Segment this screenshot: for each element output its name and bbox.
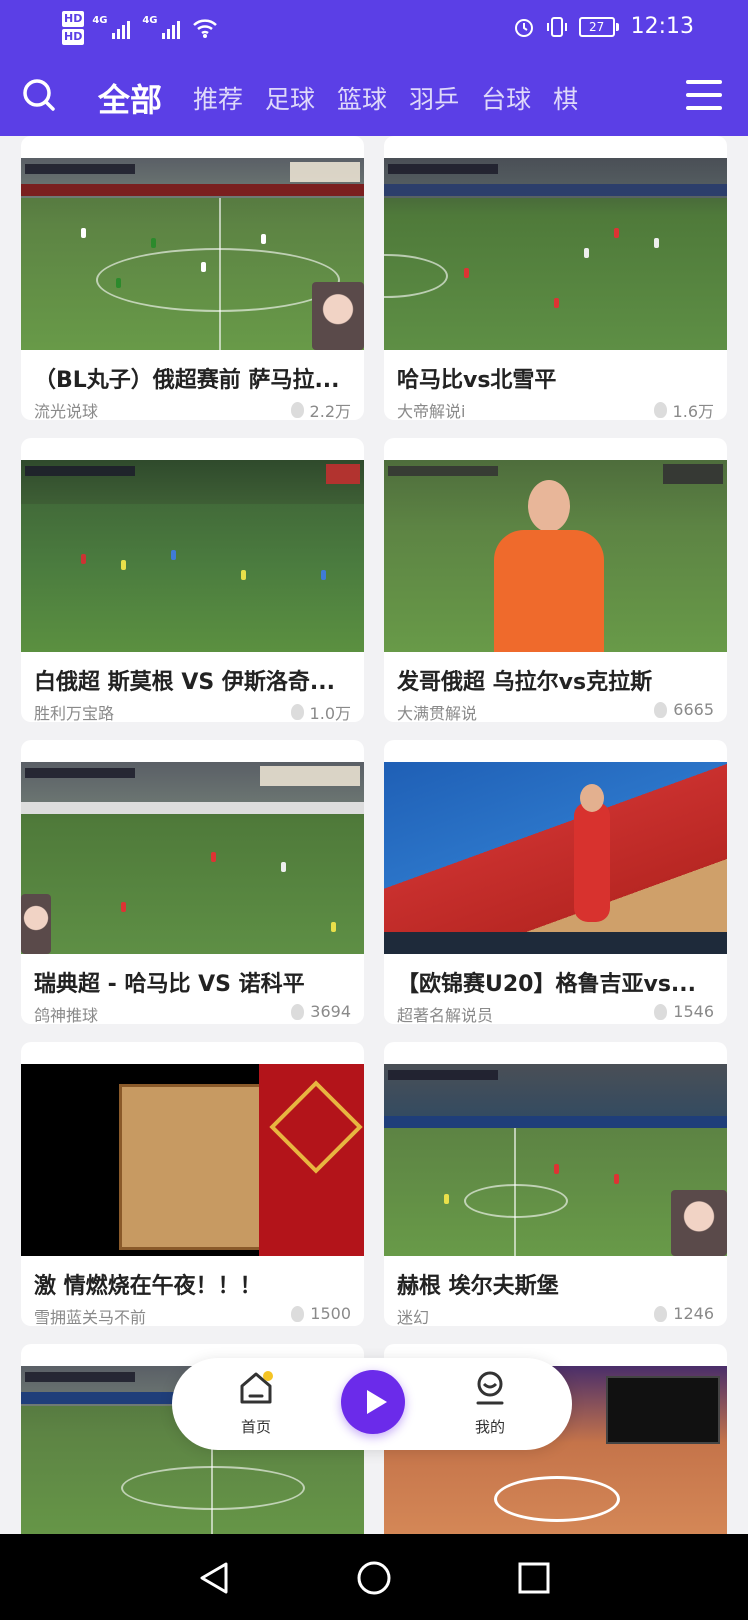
stream-title: 【欧锦赛U20】格鲁吉亚vs... (397, 972, 696, 997)
search-icon[interactable] (22, 78, 56, 112)
profile-icon (476, 1371, 504, 1405)
stream-card[interactable]: （BL丸子）俄超赛前 萨马拉... 流光说球 2.2万 (21, 136, 364, 420)
wifi-icon (193, 19, 218, 38)
signal-icon-2: 4G (142, 15, 184, 39)
tab-basketball[interactable]: 篮球 (337, 80, 387, 116)
nav-mine[interactable]: 我的 (460, 1370, 520, 1437)
stream-author: 大满贯解说 (397, 704, 478, 722)
stream-card[interactable]: 赫根 埃尔夫斯堡 迷幻 1246 (384, 1042, 727, 1326)
viewer-count-value: 1.0万 (309, 704, 351, 722)
viewer-count: 6665 (654, 700, 714, 719)
stream-author: 胜利万宝路 (34, 704, 115, 722)
hot-icon (290, 704, 304, 720)
recents-icon[interactable] (516, 1560, 552, 1596)
stream-thumbnail (21, 762, 364, 954)
hot-icon (290, 402, 304, 418)
stream-author: 迷幻 (397, 1308, 430, 1326)
back-icon[interactable] (196, 1560, 232, 1596)
streamer-avatar (671, 1190, 727, 1256)
stream-author: 鸽神推球 (34, 1006, 99, 1024)
viewer-count: 1546 (654, 1002, 714, 1021)
hot-icon (654, 701, 668, 718)
stream-title: 激 情燃烧在午夜！！！ (34, 1274, 262, 1299)
nav-home-label: 首页 (240, 1418, 271, 1436)
streamer-avatar (21, 894, 51, 954)
viewer-count: 1.6万 (653, 398, 714, 420)
viewer-count-value: 1500 (310, 1304, 351, 1323)
stream-grid: （BL丸子）俄超赛前 萨马拉... 流光说球 2.2万 哈马比vs北雪平 大帝解… (0, 136, 748, 1534)
viewer-count-value: 2.2万 (309, 402, 351, 420)
stream-card[interactable]: 哈马比vs北雪平 大帝解说i 1.6万 (384, 136, 727, 420)
streamer-avatar (312, 282, 364, 350)
tab-badminton-pingpong[interactable]: 羽乒 (409, 80, 459, 116)
stream-thumbnail (384, 158, 727, 350)
viewer-count: 1.0万 (290, 700, 351, 722)
tab-billiards[interactable]: 台球 (481, 80, 531, 116)
system-nav-bar (0, 1534, 748, 1620)
hd-label-1: HD (62, 11, 85, 27)
stream-title: 瑞典超 - 哈马比 VS 诺科平 (34, 972, 305, 997)
stream-title: 哈马比vs北雪平 (397, 368, 557, 393)
viewer-count: 1246 (654, 1304, 714, 1323)
hot-icon (653, 402, 667, 418)
battery-icon: 27 (578, 16, 619, 37)
hot-icon (654, 1305, 668, 1322)
stream-card[interactable]: 瑞典超 - 哈马比 VS 诺科平 鸽神推球 3694 (21, 740, 364, 1024)
viewer-count: 3694 (291, 1002, 351, 1021)
tab-all[interactable]: 全部 (98, 75, 162, 121)
stream-thumbnail (21, 1064, 364, 1256)
stream-thumbnail (21, 460, 364, 652)
stream-card[interactable]: 【欧锦赛U20】格鲁吉亚vs... 超著名解说员 1546 (384, 740, 727, 1024)
viewer-count-value: 6665 (673, 700, 714, 719)
vibrate-icon (546, 16, 567, 37)
stream-card[interactable]: 白俄超 斯莫根 VS 伊斯洛奇... 胜利万宝路 1.0万 (21, 438, 364, 722)
category-nav: 全部 推荐 足球 篮球 羽乒 台球 棋 (0, 64, 748, 132)
hd-indicator: HD HD (62, 10, 85, 46)
network-label-2: 4G (142, 15, 158, 26)
tab-chess[interactable]: 棋 (553, 80, 578, 116)
home-circle-icon[interactable] (356, 1560, 392, 1596)
hd-label-2: HD (62, 29, 85, 45)
stream-title: 赫根 埃尔夫斯堡 (397, 1274, 559, 1299)
viewer-count-value: 3694 (310, 1002, 351, 1021)
tab-football[interactable]: 足球 (265, 80, 315, 116)
stream-title: 发哥俄超 乌拉尔vs克拉斯 (397, 670, 653, 695)
stream-title: （BL丸子）俄超赛前 萨马拉... (34, 368, 340, 393)
stream-thumbnail (384, 1064, 727, 1256)
stream-author: 超著名解说员 (397, 1006, 494, 1024)
stream-author: 流光说球 (34, 402, 99, 420)
category-tabs: 全部 推荐 足球 篮球 羽乒 台球 棋 (84, 64, 664, 132)
nav-mine-label: 我的 (474, 1418, 505, 1436)
status-bar: HD HD 4G 4G 27 12:13 (0, 0, 748, 56)
bottom-nav: 首页 我的 (172, 1358, 572, 1450)
signal-icon-1: 4G (92, 15, 134, 39)
viewer-count: 2.2万 (290, 398, 351, 420)
stream-card[interactable]: 激 情燃烧在午夜！！！ 雪拥蓝关马不前 1500 (21, 1042, 364, 1326)
hot-icon (291, 1003, 305, 1020)
stream-author: 大帝解说i (397, 402, 466, 420)
stream-card[interactable]: 发哥俄超 乌拉尔vs克拉斯 大满贯解说 6665 (384, 438, 727, 722)
tab-recommend[interactable]: 推荐 (193, 80, 243, 116)
viewer-count: 1500 (291, 1304, 351, 1323)
home-icon (240, 1371, 273, 1404)
stream-author: 雪拥蓝关马不前 (34, 1308, 147, 1326)
viewer-count-value: 1546 (673, 1002, 714, 1021)
stream-thumbnail (384, 762, 727, 954)
app-header: HD HD 4G 4G 27 12:13 全部 推荐 足球 篮球 羽乒 台球 棋 (0, 0, 748, 136)
viewer-count-value: 1246 (673, 1304, 714, 1323)
hot-icon (291, 1305, 305, 1322)
menu-icon[interactable] (686, 80, 722, 112)
nav-home[interactable]: 首页 (226, 1370, 286, 1437)
network-label-1: 4G (92, 15, 108, 26)
alarm-icon (514, 18, 533, 37)
stream-thumbnail (384, 460, 727, 652)
hot-icon (654, 1003, 668, 1020)
clock: 12:13 (630, 14, 694, 39)
viewer-count-value: 1.6万 (672, 402, 714, 420)
stream-title: 白俄超 斯莫根 VS 伊斯洛奇... (34, 670, 335, 695)
live-play-button[interactable] (341, 1370, 405, 1434)
stream-thumbnail (21, 158, 364, 350)
